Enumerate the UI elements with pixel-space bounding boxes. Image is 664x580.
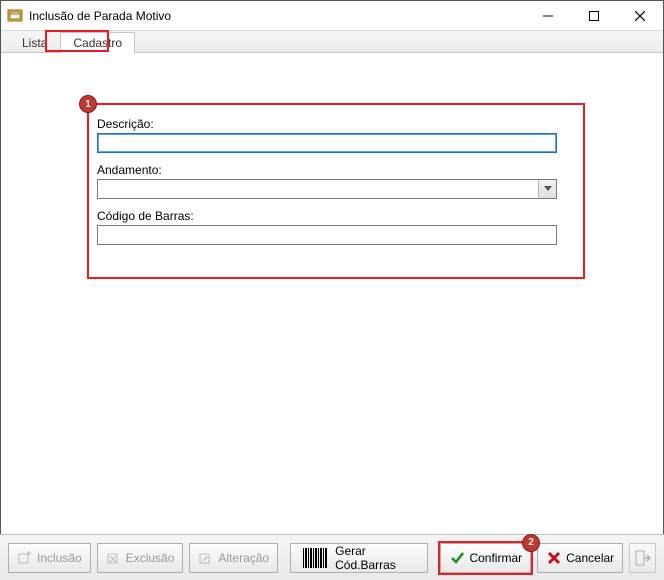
input-descricao[interactable]	[97, 133, 557, 153]
confirmar-button[interactable]: Confirmar	[440, 543, 531, 573]
inclusao-icon	[17, 550, 33, 566]
select-andamento-value[interactable]	[97, 179, 557, 199]
inclusao-label: Inclusão	[37, 551, 82, 565]
barcode-icon	[303, 548, 327, 568]
alteracao-button: Alteração	[189, 543, 278, 573]
gerarcodbarras-button[interactable]: Gerar Cód.Barras	[290, 543, 428, 573]
app-icon	[7, 8, 23, 24]
inclusao-button: Inclusão	[8, 543, 91, 573]
window-controls	[525, 1, 663, 30]
label-codigobarras: Código de Barras:	[97, 209, 573, 223]
field-codigobarras: Código de Barras:	[97, 209, 573, 245]
alteracao-icon	[198, 550, 214, 566]
chevron-down-icon[interactable]	[538, 180, 556, 198]
maximize-button[interactable]	[571, 1, 617, 30]
exit-icon	[634, 549, 652, 567]
confirmar-label: Confirmar	[469, 551, 522, 565]
tab-lista[interactable]: Lista	[9, 32, 60, 53]
field-andamento: Andamento:	[97, 163, 573, 199]
select-andamento[interactable]	[97, 179, 557, 199]
form: Descrição: Andamento: Código de Barras:	[97, 117, 573, 255]
tab-bar: Lista Cadastro	[1, 31, 663, 53]
cancel-icon	[546, 550, 562, 566]
cancelar-label: Cancelar	[566, 551, 614, 565]
close-button[interactable]	[617, 1, 663, 30]
content-area: 1 Descrição: Andamento: Código de Barras…	[1, 53, 663, 533]
bottom-toolbar: Inclusão Exclusão Alteração Gerar Cód.Ba…	[0, 534, 664, 580]
alteracao-label: Alteração	[218, 551, 269, 565]
window-title: Inclusão de Parada Motivo	[29, 9, 525, 23]
gerarcodbarras-label: Gerar Cód.Barras	[335, 544, 415, 572]
tab-cadastro[interactable]: Cadastro	[60, 32, 135, 53]
exclusao-label: Exclusão	[126, 551, 175, 565]
minimize-button[interactable]	[525, 1, 571, 30]
label-descricao: Descrição:	[97, 117, 573, 131]
input-codigobarras[interactable]	[97, 225, 557, 245]
title-bar: Inclusão de Parada Motivo	[1, 1, 663, 31]
check-icon	[449, 550, 465, 566]
exclusao-icon	[106, 550, 122, 566]
exclusao-button: Exclusão	[97, 543, 184, 573]
cancelar-button[interactable]: Cancelar	[537, 543, 623, 573]
annotation-marker-1: 1	[79, 95, 97, 113]
label-andamento: Andamento:	[97, 163, 573, 177]
field-descricao: Descrição:	[97, 117, 573, 153]
exit-button	[629, 543, 656, 573]
